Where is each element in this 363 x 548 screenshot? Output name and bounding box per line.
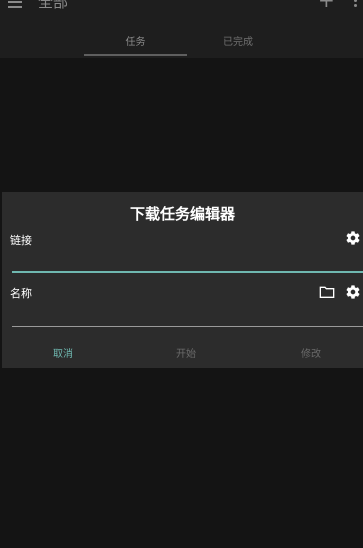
plus-icon[interactable]: + (318, 0, 335, 10)
folder-icon[interactable] (319, 285, 335, 299)
tab-completed[interactable]: 已完成 (188, 33, 288, 48)
app-bar: 全部 + 任务 已完成 (0, 0, 363, 58)
dialog-title: 下载任务编辑器 (129, 205, 235, 223)
app-bar-title: 全部 (38, 0, 69, 11)
screen: 全部 + 任务 已完成 下载任务编辑器 链接 名称 取消 开始 修改 (0, 0, 363, 548)
link-input[interactable] (12, 271, 363, 273)
edit-button[interactable]: 修改 (271, 345, 351, 360)
cancel-button[interactable]: 取消 (23, 345, 103, 360)
start-button[interactable]: 开始 (146, 345, 226, 360)
tab-tasks[interactable]: 任务 (84, 33, 187, 48)
settings-gear-icon[interactable] (345, 230, 361, 246)
download-task-editor-dialog: 下载任务编辑器 链接 名称 取消 开始 修改 (2, 192, 363, 368)
link-label: 链接 (10, 234, 32, 247)
settings-gear-icon[interactable] (345, 284, 361, 300)
more-icon[interactable] (354, 0, 360, 7)
tab-indicator (84, 54, 187, 56)
menu-icon[interactable] (8, 0, 22, 8)
name-label: 名称 (10, 287, 32, 300)
name-input[interactable] (12, 326, 363, 327)
